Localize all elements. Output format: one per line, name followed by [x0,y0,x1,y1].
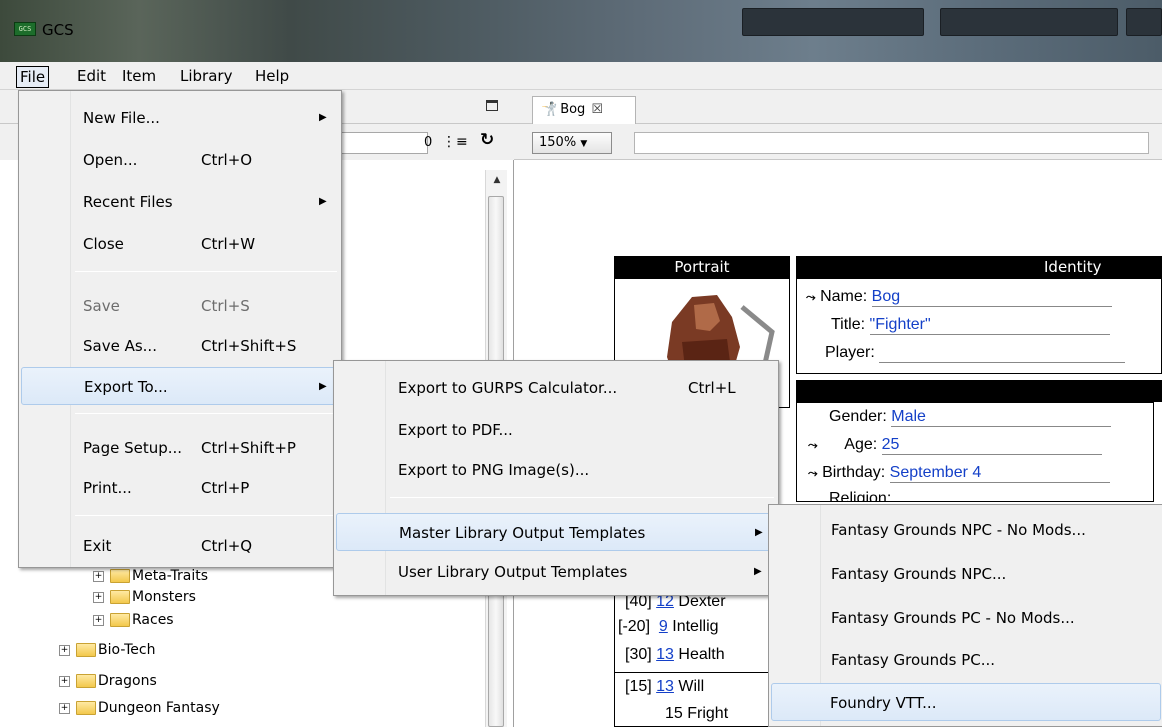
maximize-button[interactable] [940,8,1118,36]
refresh-icon[interactable]: ↻ [480,130,494,150]
window-title: GCS [42,21,74,39]
character-icon: 🤺 [541,102,558,117]
submenu-arrow-icon: ▶ [755,527,763,538]
tab-bog[interactable]: 🤺 Bog ☒ [532,96,636,124]
menu-file[interactable]: File [16,66,50,88]
menu-item-export-gurps-calculator[interactable]: Export to GURPS Calculator... Ctrl+L [336,369,776,407]
age-field[interactable]: ⤳ Age: 25 [808,436,1102,455]
search-count: 0 [424,135,433,150]
menu-help[interactable]: Help [255,66,289,88]
tree-toggle-icon[interactable]: ⋮≡ [442,134,468,150]
tree-item[interactable]: + Dragons [59,672,157,692]
templates-submenu: Fantasy Grounds NPC - No Mods... Fantasy… [768,504,1162,727]
chevron-down-icon: ▼ [580,139,588,149]
tree-item[interactable]: + Bio-Tech [59,641,155,661]
name-field[interactable]: ⤳ Name: Bog [806,288,1112,307]
attribute-row[interactable]: [30] 13 Health [625,646,725,664]
attributes-divider [614,672,790,673]
tree-item[interactable]: + Monsters [93,588,196,608]
attribute-row[interactable]: 15 Fright [665,705,728,723]
attribute-row[interactable]: [15] 13 Will [625,678,704,696]
menu-item-print[interactable]: Print... Ctrl+P [21,469,339,507]
folder-icon [110,590,130,604]
gender-field[interactable]: Gender: Male [829,408,1112,427]
close-tab-icon[interactable]: ☒ [591,102,603,117]
expand-icon[interactable]: + [59,702,70,714]
menu-item-export-pdf[interactable]: Export to PDF... [336,411,776,449]
menu-item-new-file[interactable]: New File... ▶ [21,99,339,137]
randomize-icon[interactable]: ⤳ [808,466,818,480]
portrait-header: Portrait [614,256,790,278]
export-submenu: Export to GURPS Calculator... Ctrl+L Expo… [333,360,779,596]
close-button[interactable] [1126,8,1162,36]
restore-icon[interactable] [486,100,498,111]
menu-item-recent-files[interactable]: Recent Files ▶ [21,183,339,221]
scroll-up-icon[interactable]: ▲ [486,170,508,190]
menu-item-close[interactable]: Close Ctrl+W [21,225,339,263]
menu-item-user-library-templates[interactable]: User Library Output Templates ▶ [336,553,776,591]
tree-item[interactable]: + Dungeon Fantasy [59,699,220,719]
expand-icon[interactable]: + [93,591,104,603]
menu-item-template[interactable]: Fantasy Grounds PC - No Mods... [771,599,1161,637]
expand-icon[interactable]: + [93,570,104,582]
zoom-toolbar: 150% ▼ [514,124,1162,160]
submenu-arrow-icon: ▶ [319,112,327,123]
birthday-field[interactable]: ⤳ Birthday: September 4 [808,464,1110,483]
expand-icon[interactable]: + [59,675,70,687]
menu-item-export-to[interactable]: Export To... ▶ [21,367,339,405]
zoom-field[interactable] [634,132,1149,154]
player-field[interactable]: Player: ​ [825,344,1126,363]
expand-icon[interactable]: + [93,614,104,626]
menu-item-open[interactable]: Open... Ctrl+O [21,141,339,179]
randomize-icon[interactable]: ⤳ [806,290,816,304]
zoom-select[interactable]: 150% ▼ [532,132,612,154]
menu-item-master-library-templates[interactable]: Master Library Output Templates ▶ [336,513,776,551]
tree-item[interactable]: + Races [93,611,174,631]
menu-library[interactable]: Library [180,66,232,88]
folder-icon [110,569,130,583]
folder-icon [110,613,130,627]
tree-item[interactable]: + Meta-Traits [93,567,208,587]
submenu-arrow-icon: ▶ [754,566,762,577]
title-field[interactable]: Title: "Fighter" [831,316,1110,335]
identity-header: Identity [796,256,1162,278]
menu-separator [75,413,337,414]
attribute-row[interactable]: [-20] 9 Intellig [618,618,719,636]
menu-separator [75,271,337,272]
menu-item-template[interactable]: Fantasy Grounds PC... [771,641,1161,679]
sheet-tabrow: 🤺 Bog ☒ [514,90,1162,124]
menu-item-save-as[interactable]: Save As... Ctrl+Shift+S [21,327,339,365]
menu-item-page-setup[interactable]: Page Setup... Ctrl+Shift+P [21,429,339,467]
submenu-arrow-icon: ▶ [319,381,327,392]
menu-item-exit[interactable]: Exit Ctrl+Q [21,527,339,565]
folder-icon [76,701,96,715]
menu-item-template-foundry-vtt[interactable]: Foundry VTT... [771,683,1161,721]
religion-field[interactable]: Religion: [829,490,891,502]
folder-icon [76,643,96,657]
description-header [796,380,1162,402]
submenu-arrow-icon: ▶ [319,196,327,207]
randomize-icon[interactable]: ⤳ [808,438,818,452]
expand-icon[interactable]: + [59,644,70,656]
menu-item-template[interactable]: Fantasy Grounds NPC - No Mods... [771,511,1161,549]
window-titlebar: GCS GCS [0,0,1162,62]
minimize-button[interactable] [742,8,924,36]
menu-edit[interactable]: Edit [77,66,106,88]
file-menu: New File... ▶ Open... Ctrl+O Recent Files ▶… [18,90,342,568]
gcs-app-icon: GCS [14,22,36,36]
menu-item-template[interactable]: Fantasy Grounds NPC... [771,555,1161,593]
menu-separator [75,515,337,516]
menu-item-export-png[interactable]: Export to PNG Image(s)... [336,451,776,489]
menu-item-save[interactable]: Save Ctrl+S [21,287,339,325]
folder-icon [76,674,96,688]
menu-item[interactable]: Item [122,66,156,88]
menu-separator [390,497,774,498]
search-input[interactable] [336,132,428,154]
menubar: File Edit Item Library Help [0,62,1162,90]
